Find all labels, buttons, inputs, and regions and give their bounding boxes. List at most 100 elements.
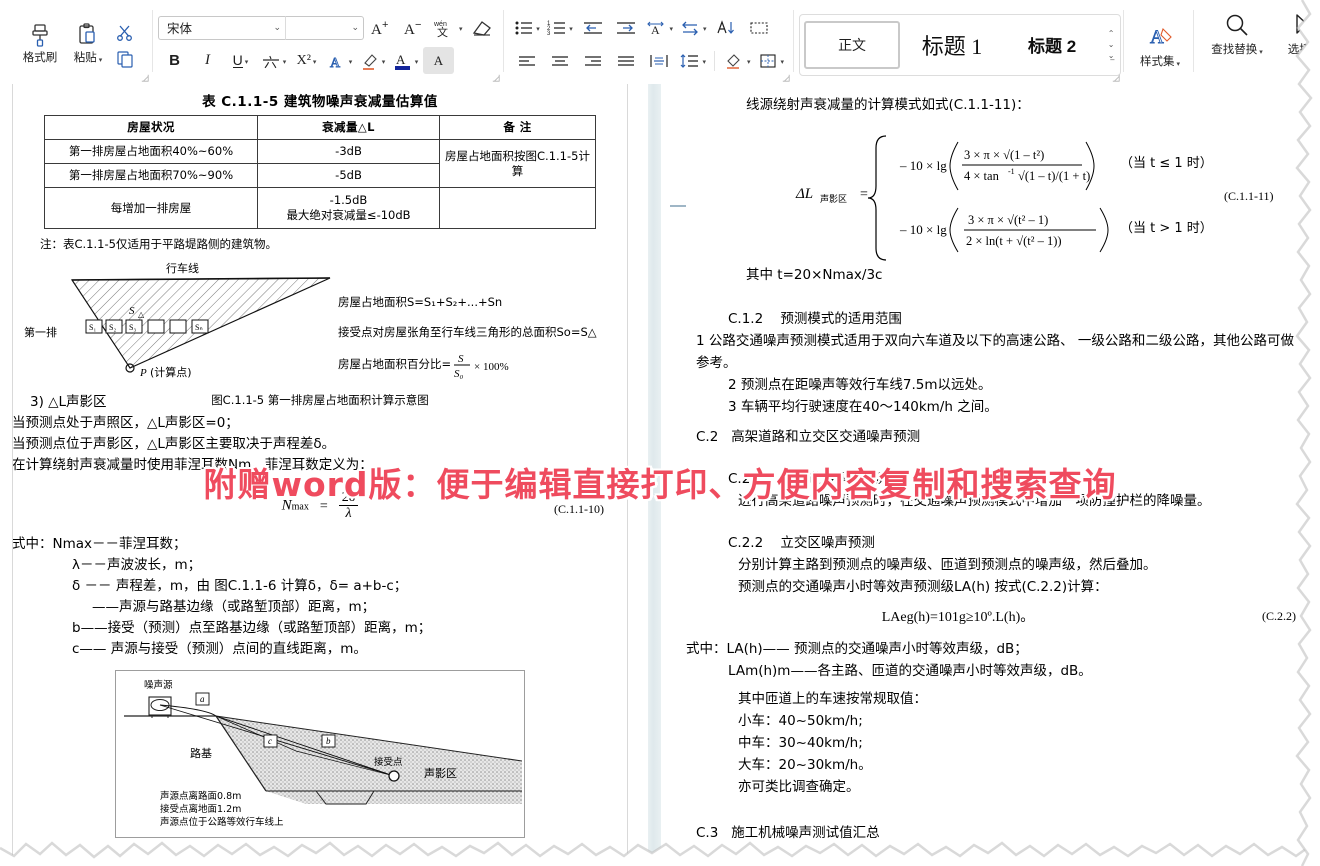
svg-text:（当 t ≤ 1 时）: （当 t ≤ 1 时） [1120,156,1213,171]
clear-formatting-button[interactable] [467,14,498,41]
chevron-down-icon[interactable]: ▾ [670,25,674,33]
document-canvas[interactable]: 表 C.1.1-5 建筑物噪声衰减量估算值 房屋状况 衰减量△L 备 注 第一排… [0,84,1320,866]
increase-indent-button[interactable] [611,14,642,41]
align-left-icon [516,53,538,69]
bullets-button[interactable]: ▾ [512,14,543,41]
paragraph-dialog-launcher-icon[interactable] [782,74,790,82]
chevron-down-icon[interactable]: ▾ [313,58,317,66]
style-set-button[interactable]: A 样式集▾ [1131,18,1189,72]
font-size-combo[interactable]: ⌄ [286,16,364,40]
asian-layout-button[interactable]: A ▾ [644,14,676,41]
align-right-button[interactable] [578,47,609,74]
align-left-button[interactable] [512,47,543,74]
style-item-heading1[interactable]: 标题 1 [904,21,1000,69]
where-item: δ －－ 声程差，m，由 图C.1.1-6 计算δ，δ= a+b-c； [72,576,628,597]
align-center-button[interactable] [545,47,576,74]
table-note: 注：表C.1.1-5仅适用于平路堤路侧的建筑物。 [40,236,628,252]
numbering-button[interactable]: 123 ▾ [545,14,576,41]
svg-text:ΔL: ΔL [795,186,813,202]
svg-text:b: b [326,736,331,746]
copy-button[interactable] [112,46,138,72]
table-cell: 每增加一排房屋 [45,188,258,229]
find-replace-label-wrap: 查找替换▾ [1211,41,1263,57]
sort-button[interactable] [711,14,742,41]
table-header-cell: 备 注 [440,116,596,140]
grow-font-button[interactable]: A + [365,14,396,41]
chevron-down-icon[interactable]: ▾ [283,58,287,66]
chevron-down-icon[interactable]: ▾ [1313,49,1317,56]
align-center-icon [549,53,571,69]
style-item-heading2[interactable]: 标题 2 [1004,21,1100,69]
sort-direction-button[interactable]: ▾ [677,14,709,41]
chevron-down-icon[interactable]: ▾ [536,25,540,33]
cut-button[interactable] [112,20,138,46]
chevron-down-icon[interactable]: ▾ [349,58,353,66]
numbered-list-icon: 123 [547,19,567,37]
svg-text:2 × ln(t + √(t² – 1)): 2 × ln(t + √(t² – 1)) [966,234,1062,248]
scroll-down-icon[interactable]: ⌄ [1108,41,1115,49]
shrink-font-button[interactable]: A − [398,14,429,41]
svg-text:声影区: 声影区 [424,766,457,780]
page-left-edge [12,84,13,866]
distribute-button[interactable] [644,47,675,74]
ribbon-group-style-set: A 样式集▾ [1123,0,1193,84]
chevron-down-icon[interactable]: ▾ [1259,49,1263,56]
paste-button[interactable]: 粘贴▾ [64,16,112,69]
section-c21-body: 进行高架道路噪声预测时，在交通噪声预测模式中增加一项防撞护栏的降噪量。 [738,490,1298,512]
table-cell-line: 最大绝对衰减量≤-10dB [261,208,436,223]
clipboard-dialog-launcher-icon[interactable] [141,74,149,82]
chevron-down-icon[interactable]: ▾ [415,58,419,66]
character-shading-button[interactable]: A [423,47,454,74]
chevron-down-icon[interactable]: ▾ [747,58,751,66]
font-dialog-launcher-icon[interactable] [492,74,500,82]
highlight-button[interactable]: ▾ [357,47,388,74]
styles-dialog-launcher-icon[interactable] [1112,74,1120,82]
scroll-up-icon[interactable]: ⌃ [1108,30,1115,38]
style-item-normal[interactable]: 正文 [804,21,900,69]
style-gallery[interactable]: 正文 标题 1 标题 2 ⌃ ⌄ ⌄̲ [799,14,1121,76]
select-label-wrap: 选择▾ [1288,41,1317,57]
style-gallery-scroll[interactable]: ⌃ ⌄ ⌄̲ [1102,19,1118,71]
grow-font-icon: A + [370,17,392,39]
show-marks-button[interactable] [744,14,775,41]
equation-c1110: Nmax = 2δ λ (C.1.1-10) [12,490,628,524]
select-button[interactable]: 选择▾ [1273,6,1320,60]
equation-number: (C.1.1-10) [554,502,604,517]
font-name-combo[interactable]: 宋体 ⌄ [158,16,286,40]
page-right-edge [627,84,628,866]
svg-text:声源点离路面0.8m: 声源点离路面0.8m [160,790,241,802]
chevron-down-icon[interactable]: ▾ [459,25,463,33]
font-color-button[interactable]: A ▾ [390,47,421,74]
equation-numerator: 2δ [339,490,359,506]
chevron-down-icon[interactable]: ▾ [382,58,386,66]
chevron-down-icon[interactable]: ▾ [1177,61,1181,68]
chevron-down-icon[interactable]: ▾ [781,58,785,66]
text-effects-button[interactable]: A ▾ [324,47,355,74]
line-spacing-button[interactable]: ▾ [677,47,709,74]
superscript-button[interactable]: X² ▾ [291,47,322,74]
decrease-indent-button[interactable] [578,14,609,41]
bold-button[interactable]: B [159,47,190,74]
underline-button[interactable]: U ▾ [225,47,256,74]
expand-gallery-icon[interactable]: ⌄̲ [1108,52,1115,60]
shrink-font-icon: A − [403,17,425,39]
strikethrough-button[interactable]: 六 ▾ [258,47,289,74]
phonetic-guide-button[interactable]: wén 文 ▾ [431,14,465,41]
chevron-down-icon[interactable]: ⌄ [351,22,359,33]
find-replace-button[interactable]: 查找替换▾ [1201,6,1273,60]
borders-button[interactable]: ▾ [755,47,787,74]
chevron-down-icon[interactable]: ▾ [703,25,707,33]
svg-text:接受点: 接受点 [374,756,403,768]
word-document-window: 格式刷 粘贴▾ [0,0,1320,866]
chevron-down-icon[interactable]: ▾ [245,58,249,66]
chevron-down-icon[interactable]: ▾ [99,57,103,64]
chevron-down-icon[interactable]: ⌄ [273,22,281,33]
format-painter-button[interactable]: 格式刷 [16,16,64,67]
shading-button[interactable]: ▾ [721,47,753,74]
italic-button[interactable]: I [192,47,223,74]
align-justify-button[interactable] [611,47,642,74]
ribbon-toolbar: 格式刷 粘贴▾ [0,0,1320,85]
section-c12-item3: 3 车辆平均行驶速度在40～140km/h 之间。 [728,396,1308,418]
chevron-down-icon[interactable]: ▾ [703,58,707,66]
chevron-down-icon[interactable]: ▾ [569,25,573,33]
